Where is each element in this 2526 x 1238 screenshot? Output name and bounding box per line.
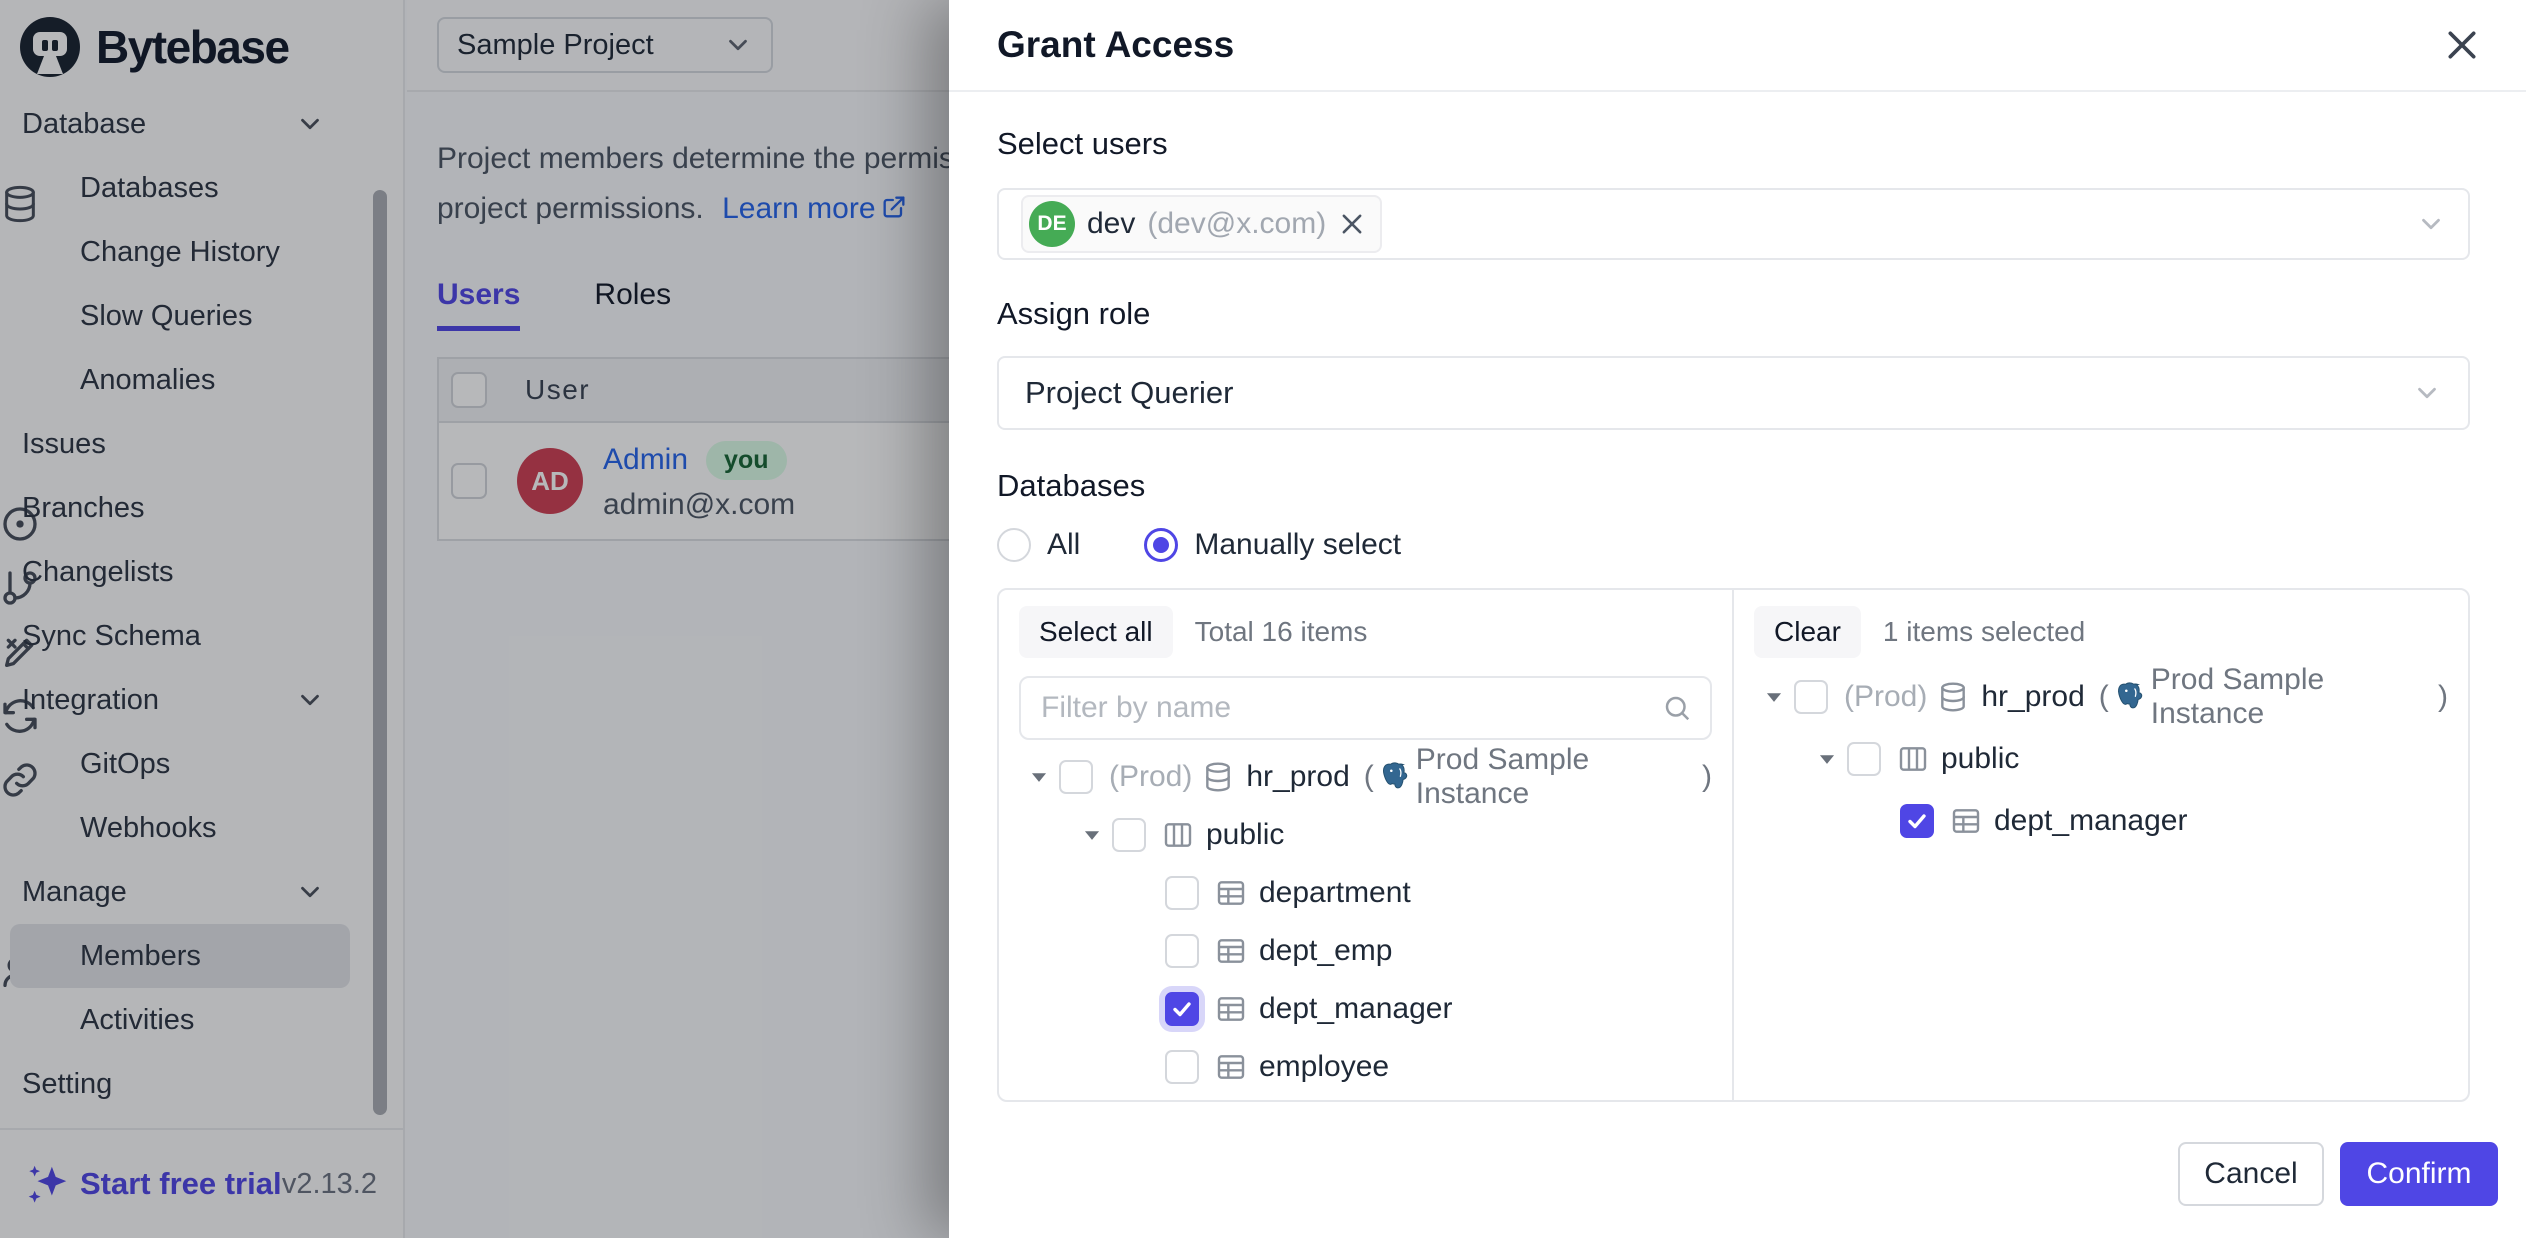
caret-down-icon[interactable]: [1072, 822, 1112, 848]
source-tree: (Prod)hr_prod(Prod Sample Instance)publi…: [1019, 748, 1712, 1096]
modal-title: Grant Access: [997, 24, 1234, 66]
caret-down-icon[interactable]: [1754, 684, 1794, 710]
node-label: employee: [1259, 1050, 1389, 1084]
caret-down-icon[interactable]: [1807, 746, 1847, 772]
tree-row-dept-manager[interactable]: dept_manager: [1754, 790, 2448, 852]
node-label: dept_emp: [1259, 934, 1392, 968]
database-transfer-panel: Select all Total 16 items (Prod)hr_prod(…: [997, 588, 2470, 1102]
database-icon: [1202, 761, 1234, 793]
node-label: hr_prod: [1246, 760, 1349, 794]
node-label: department: [1259, 876, 1411, 910]
database-icon: [1937, 681, 1969, 713]
tree-checkbox[interactable]: [1112, 818, 1146, 852]
tree-checkbox[interactable]: [1165, 934, 1199, 968]
node-label: public: [1941, 742, 2019, 776]
tree-row-hr-prod[interactable]: (Prod)hr_prod(Prod Sample Instance): [1019, 748, 1712, 806]
assign-role-value: Project Querier: [1025, 375, 1233, 411]
databases-label: Databases: [997, 468, 2470, 504]
select-all-button[interactable]: Select all: [1019, 606, 1173, 658]
tree-checkbox[interactable]: [1847, 742, 1881, 776]
user-chip-avatar: DE: [1029, 201, 1075, 247]
total-items-label: Total 16 items: [1195, 616, 1368, 648]
node-label: hr_prod: [1981, 680, 2084, 714]
clear-button[interactable]: Clear: [1754, 606, 1861, 658]
schema-icon: [1897, 743, 1929, 775]
node-label: public: [1206, 818, 1284, 852]
modal-header: Grant Access: [949, 0, 2526, 92]
radio-manual-circle: [1144, 528, 1178, 562]
user-chip-name: dev: [1087, 207, 1135, 241]
close-icon[interactable]: [2442, 25, 2482, 65]
assign-role-label: Assign role: [997, 296, 2470, 332]
chevron-down-icon: [2416, 209, 2446, 239]
tree-checkbox[interactable]: [1165, 992, 1199, 1026]
modal-footer: Cancel Confirm: [949, 1110, 2526, 1238]
tree-row-public[interactable]: public: [1754, 728, 2448, 790]
postgres-icon: [2113, 680, 2147, 714]
table-icon: [1215, 935, 1247, 967]
tree-row-department[interactable]: department: [1019, 864, 1712, 922]
radio-all[interactable]: All: [997, 528, 1080, 562]
filter-input[interactable]: [1039, 690, 1662, 726]
instance-label: (Prod Sample Instance): [2099, 663, 2448, 731]
radio-all-circle: [997, 528, 1031, 562]
source-pane: Select all Total 16 items (Prod) hr_prod (…: [999, 590, 1734, 1100]
tree-checkbox[interactable]: [1794, 680, 1828, 714]
environment-label: (Prod): [1109, 760, 1192, 794]
table-icon: [1215, 993, 1247, 1025]
search-icon: [1662, 693, 1692, 723]
tree-row-hr-prod[interactable]: (Prod) hr_prod (Prod Sample Instance): [1754, 666, 2448, 728]
table-icon: [1950, 805, 1982, 837]
user-chip-email: (dev@x.com): [1147, 207, 1326, 241]
tree-checkbox[interactable]: [1165, 1050, 1199, 1084]
user-chip: DE dev (dev@x.com): [1021, 195, 1382, 253]
tree-row-employee[interactable]: employee: [1019, 1038, 1712, 1096]
radio-manually-select[interactable]: Manually select: [1144, 528, 1401, 562]
tree-checkbox[interactable]: [1059, 760, 1093, 794]
grant-access-modal: Grant Access Select users DE dev (dev@x.…: [949, 0, 2526, 1238]
environment-label: (Prod): [1844, 680, 1927, 714]
assign-role-select[interactable]: Project Querier: [997, 356, 2470, 430]
instance-label: (Prod Sample Instance): [1364, 743, 1712, 811]
modal-body: Select users DE dev (dev@x.com) Assign r…: [949, 92, 2526, 1110]
selected-tree: (Prod) hr_prod (Prod Sample Instance) publi…: [1754, 666, 2448, 852]
node-label: dept_manager: [1994, 804, 2187, 838]
cancel-button[interactable]: Cancel: [2178, 1142, 2324, 1206]
select-users-input[interactable]: DE dev (dev@x.com): [997, 188, 2470, 260]
tree-row-dept-manager[interactable]: dept_manager: [1019, 980, 1712, 1038]
table-icon: [1215, 1051, 1247, 1083]
select-users-label: Select users: [997, 126, 2470, 162]
table-icon: [1215, 877, 1247, 909]
confirm-button[interactable]: Confirm: [2340, 1142, 2498, 1206]
tree-checkbox[interactable]: [1165, 876, 1199, 910]
chevron-down-icon: [2412, 378, 2442, 408]
node-label: dept_manager: [1259, 992, 1452, 1026]
tree-row-public[interactable]: public: [1019, 806, 1712, 864]
selected-pane: Clear 1 items selected (Prod)hr_prod(Pro…: [1734, 590, 2468, 1100]
postgres-icon: [1378, 760, 1412, 794]
schema-icon: [1162, 819, 1194, 851]
tree-row-dept-emp[interactable]: dept_emp: [1019, 922, 1712, 980]
tree-checkbox[interactable]: [1900, 804, 1934, 838]
caret-down-icon[interactable]: [1019, 764, 1059, 790]
filter-field: [1019, 676, 1712, 740]
selected-count-label: 1 items selected: [1883, 616, 2085, 648]
remove-user-icon[interactable]: [1338, 210, 1366, 238]
bytebase-app: Bytebase DatabaseDatabasesChange History…: [0, 0, 2526, 1238]
database-scope-radios: All Manually select: [997, 528, 2470, 562]
